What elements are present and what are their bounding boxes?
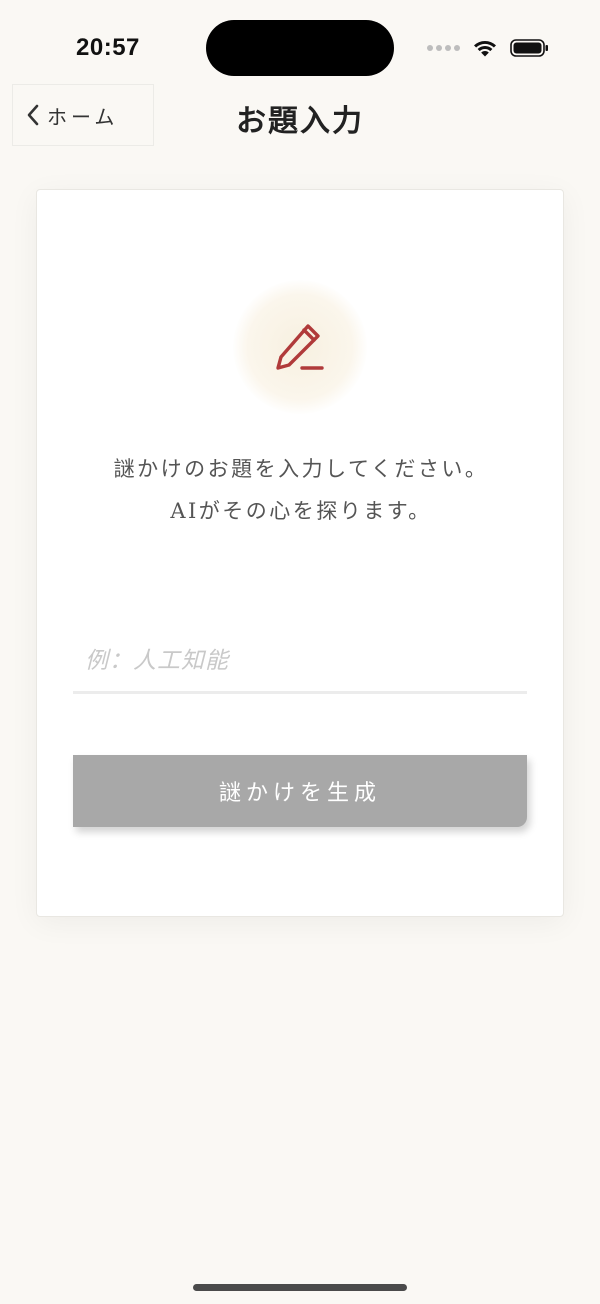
status-bar: 20:57 <box>0 0 600 84</box>
topic-input[interactable] <box>73 630 527 694</box>
navigation-bar: ホーム お題入力 <box>0 84 600 148</box>
pencil-icon <box>276 324 324 370</box>
battery-icon <box>510 39 548 57</box>
status-time: 20:57 <box>76 34 140 61</box>
topic-input-card: 謎かけのお題を入力してください。 AIがその心を探ります。 謎かけを生成 <box>36 189 564 917</box>
generate-riddle-button[interactable]: 謎かけを生成 <box>73 755 527 827</box>
instruction-text: 謎かけのお題を入力してください。 AIがその心を探ります。 <box>37 448 565 532</box>
page-title: お題入力 <box>236 104 364 139</box>
instruction-line-2: AIがその心を探ります。 <box>170 499 432 523</box>
wifi-icon <box>474 40 496 57</box>
status-icons <box>427 36 550 60</box>
home-indicator <box>193 1284 407 1291</box>
dynamic-island <box>206 20 394 76</box>
cellular-signal-icon <box>427 45 460 51</box>
icon-badge <box>233 280 367 414</box>
instruction-line-1: 謎かけのお題を入力してください。 <box>113 457 489 481</box>
